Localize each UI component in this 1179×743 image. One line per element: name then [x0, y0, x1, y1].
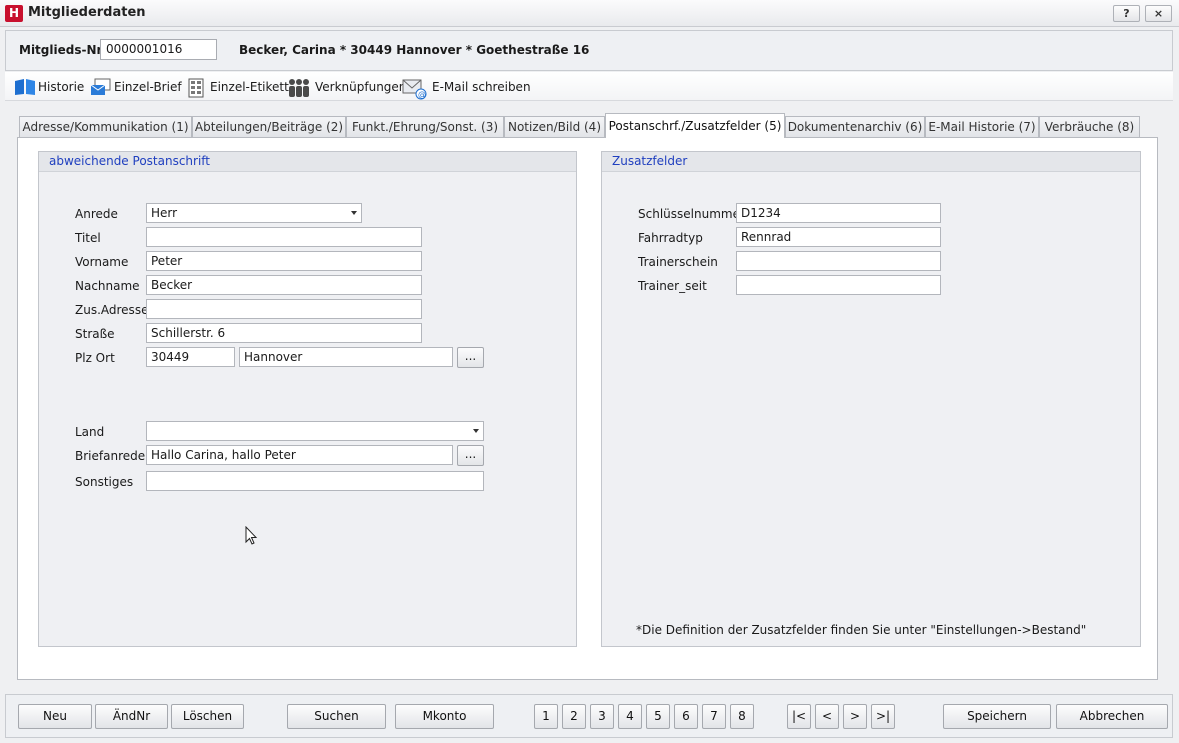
first-record-button[interactable]: |<	[787, 704, 811, 729]
ort-input[interactable]: Hannover	[239, 347, 453, 367]
member-summary: Becker, Carina * 30449 Hannover * Goethe…	[239, 43, 590, 57]
briefanrede-label: Briefanrede	[75, 449, 146, 463]
close-button[interactable]: ×	[1145, 5, 1172, 22]
tab-email-historie[interactable]: E-Mail Historie (7)	[925, 116, 1039, 137]
anrede-value: Herr	[151, 206, 178, 220]
land-select[interactable]	[146, 421, 484, 441]
tab-notizen-bild[interactable]: Notizen/Bild (4)	[504, 116, 605, 137]
postal-address-heading: abweichende Postanschrift	[39, 152, 576, 172]
mouse-cursor-icon	[245, 526, 258, 545]
toolbar-einzel-etikett-button[interactable]: Einzel-Etikett	[186, 77, 289, 98]
briefanrede-lookup-button[interactable]: ...	[457, 445, 484, 466]
plz-input[interactable]: 30449	[146, 347, 235, 367]
toolbar-verknuepfungen-button[interactable]: Verknüpfungen	[287, 77, 406, 97]
trainer-seit-label: Trainer_seit	[638, 279, 707, 293]
strasse-label: Straße	[75, 327, 115, 341]
sonstiges-label: Sonstiges	[75, 475, 134, 489]
sonstiges-input[interactable]	[146, 471, 484, 491]
toolbar-einzel-etikett-label: Einzel-Etikett	[210, 80, 289, 94]
extra-fields-note: *Die Definition der Zusatzfelder finden …	[636, 623, 1087, 637]
titel-input[interactable]	[146, 227, 422, 247]
tab-postanschrift-zusatzfelder[interactable]: Postanschrf./Zusatzfelder (5)	[605, 113, 785, 138]
chevron-down-icon	[351, 211, 357, 215]
people-icon	[287, 78, 311, 97]
fahrradtyp-label: Fahrradtyp	[638, 231, 703, 245]
zus-adresse-input[interactable]	[146, 299, 422, 319]
trainerschein-input[interactable]	[736, 251, 941, 271]
tab-verbraeuche[interactable]: Verbräuche (8)	[1039, 116, 1140, 137]
next-record-button[interactable]: >	[843, 704, 867, 729]
postal-address-group: abweichende Postanschrift	[38, 151, 577, 647]
page-6-button[interactable]: 6	[674, 704, 698, 729]
schluesselnummer-label: Schlüsselnummer	[638, 207, 745, 221]
toolbar-verknuepfungen-label: Verknüpfungen	[315, 80, 407, 94]
tab-dokumentenarchiv[interactable]: Dokumentenarchiv (6)	[785, 116, 925, 137]
page-8-button[interactable]: 8	[730, 704, 754, 729]
window-title: Mitgliederdaten	[28, 5, 146, 20]
last-record-button[interactable]: >|	[871, 704, 895, 729]
delete-button[interactable]: Löschen	[171, 704, 244, 729]
toolbar-email-button[interactable]: @ E-Mail schreiben	[402, 77, 531, 100]
page-1-button[interactable]: 1	[534, 704, 558, 729]
briefanrede-input[interactable]: Hallo Carina, hallo Peter	[146, 445, 453, 465]
extra-fields-heading: Zusatzfelder	[602, 152, 1140, 172]
chevron-down-icon	[473, 429, 479, 433]
page-2-button[interactable]: 2	[562, 704, 586, 729]
toolbar-historie-button[interactable]: Historie	[14, 77, 84, 97]
nachname-input[interactable]: Becker	[146, 275, 422, 295]
mkonto-button[interactable]: Mkonto	[395, 704, 494, 729]
email-icon: @	[402, 78, 428, 100]
change-number-button[interactable]: ÄndNr	[95, 704, 168, 729]
save-button[interactable]: Speichern	[943, 704, 1051, 729]
trainer-seit-input[interactable]	[736, 275, 941, 295]
nachname-label: Nachname	[75, 279, 140, 293]
title-bar	[0, 0, 1179, 27]
vorname-label: Vorname	[75, 255, 129, 269]
vorname-input[interactable]: Peter	[146, 251, 422, 271]
label-sheet-icon	[186, 78, 206, 98]
anrede-label: Anrede	[75, 207, 118, 221]
letter-icon	[90, 78, 111, 96]
strasse-input[interactable]: Schillerstr. 6	[146, 323, 422, 343]
tab-adresse-kommunikation[interactable]: Adresse/Kommunikation (1)	[19, 116, 192, 137]
ort-lookup-button[interactable]: ...	[457, 347, 484, 368]
toolbar-historie-label: Historie	[38, 80, 85, 94]
page-4-button[interactable]: 4	[618, 704, 642, 729]
land-label: Land	[75, 425, 105, 439]
svg-text:@: @	[418, 90, 426, 99]
trainerschein-label: Trainerschein	[638, 255, 718, 269]
page-3-button[interactable]: 3	[590, 704, 614, 729]
member-number-input[interactable]: 0000001016	[100, 39, 217, 60]
zus-adresse-label: Zus.Adresse	[75, 303, 149, 317]
anrede-select[interactable]: Herr	[146, 203, 362, 223]
extra-fields-group: Zusatzfelder	[601, 151, 1141, 647]
member-number-label: Mitglieds-Nr.	[19, 43, 106, 57]
schluesselnummer-input[interactable]: D1234	[736, 203, 941, 223]
titel-label: Titel	[75, 231, 101, 245]
app-logo-icon: H	[5, 5, 23, 22]
tab-funktionen-ehrung[interactable]: Funkt./Ehrung/Sonst. (3)	[346, 116, 504, 137]
new-button[interactable]: Neu	[18, 704, 92, 729]
previous-record-button[interactable]: <	[815, 704, 839, 729]
book-icon	[14, 78, 35, 96]
toolbar-einzel-brief-button[interactable]: Einzel-Brief	[90, 77, 182, 97]
page-7-button[interactable]: 7	[702, 704, 726, 729]
search-button[interactable]: Suchen	[287, 704, 386, 729]
tab-abteilungen-beitraege[interactable]: Abteilungen/Beiträge (2)	[192, 116, 346, 137]
fahrradtyp-input[interactable]: Rennrad	[736, 227, 941, 247]
plz-ort-label: Plz Ort	[75, 351, 115, 365]
help-button[interactable]: ?	[1113, 5, 1140, 22]
cancel-button[interactable]: Abbrechen	[1056, 704, 1168, 729]
toolbar-einzel-brief-label: Einzel-Brief	[114, 80, 182, 94]
toolbar-email-label: E-Mail schreiben	[432, 80, 531, 94]
page-5-button[interactable]: 5	[646, 704, 670, 729]
